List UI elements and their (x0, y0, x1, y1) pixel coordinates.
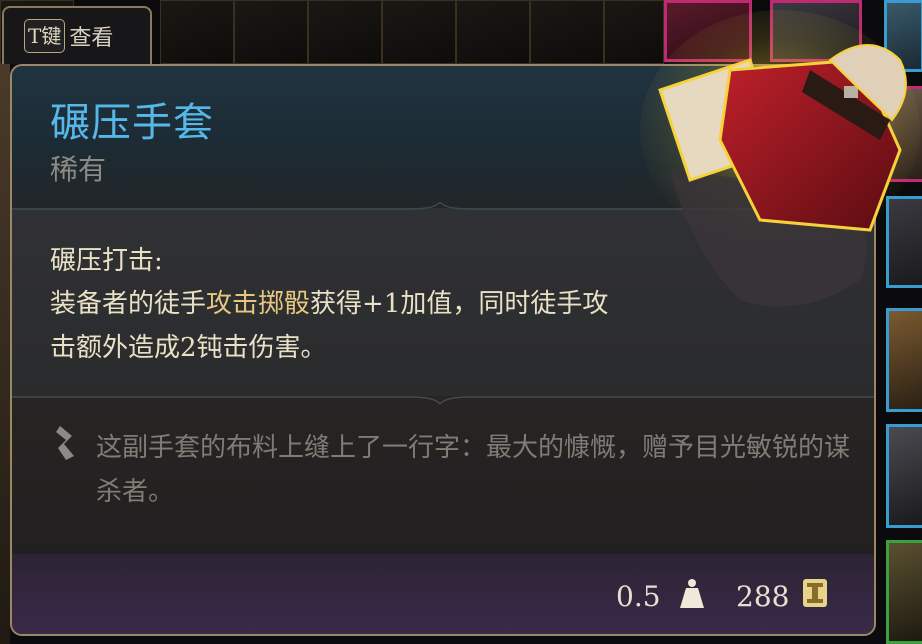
glove-item-image (640, 10, 920, 307)
price-value: 288 (736, 580, 790, 613)
inventory-screen: T键 查看 碾压手套 稀有 碾压打击: 装备者的徒手攻击掷骰获得+1加值，同时徒… (0, 0, 922, 644)
inspect-label: 查看 (69, 26, 114, 51)
inventory-item-slot[interactable] (886, 540, 922, 644)
inventory-slot[interactable] (160, 0, 234, 64)
section-divider (12, 396, 874, 404)
ability-title: 碾压打击: (50, 246, 163, 276)
description-text: 装备者的徒手 (50, 289, 207, 319)
inventory-slot[interactable] (530, 0, 604, 64)
inspect-key-prompt[interactable]: T键 查看 (2, 6, 152, 64)
inventory-slot[interactable] (382, 0, 456, 64)
inventory-slot[interactable] (308, 0, 382, 64)
flavor-text: 这副手套的布料上缝上了一行字：最大的慷慨，赠予目光敏锐的谋杀者。 (96, 433, 851, 507)
inventory-slot[interactable] (456, 0, 530, 64)
description-highlight[interactable]: 攻击掷骰 (206, 289, 310, 319)
inventory-slot[interactable] (234, 0, 308, 64)
t-key-cap: T键 (24, 19, 66, 53)
weight-icon (680, 579, 704, 608)
flavor-quill-icon (56, 426, 74, 460)
gold-coin-icon (803, 579, 827, 607)
inventory-item-slot[interactable] (886, 424, 922, 528)
weight-value: 0.5 (616, 580, 661, 613)
item-name: 碾压手套 (50, 100, 214, 146)
inventory-item-slot[interactable] (0, 64, 10, 644)
item-rarity: 稀有 (50, 153, 107, 186)
ability-description: 装备者的徒手攻击掷骰获得+1加值，同时徒手攻击额外造成2钝击伤害。 (50, 282, 620, 370)
inventory-item-slot[interactable] (886, 308, 922, 412)
